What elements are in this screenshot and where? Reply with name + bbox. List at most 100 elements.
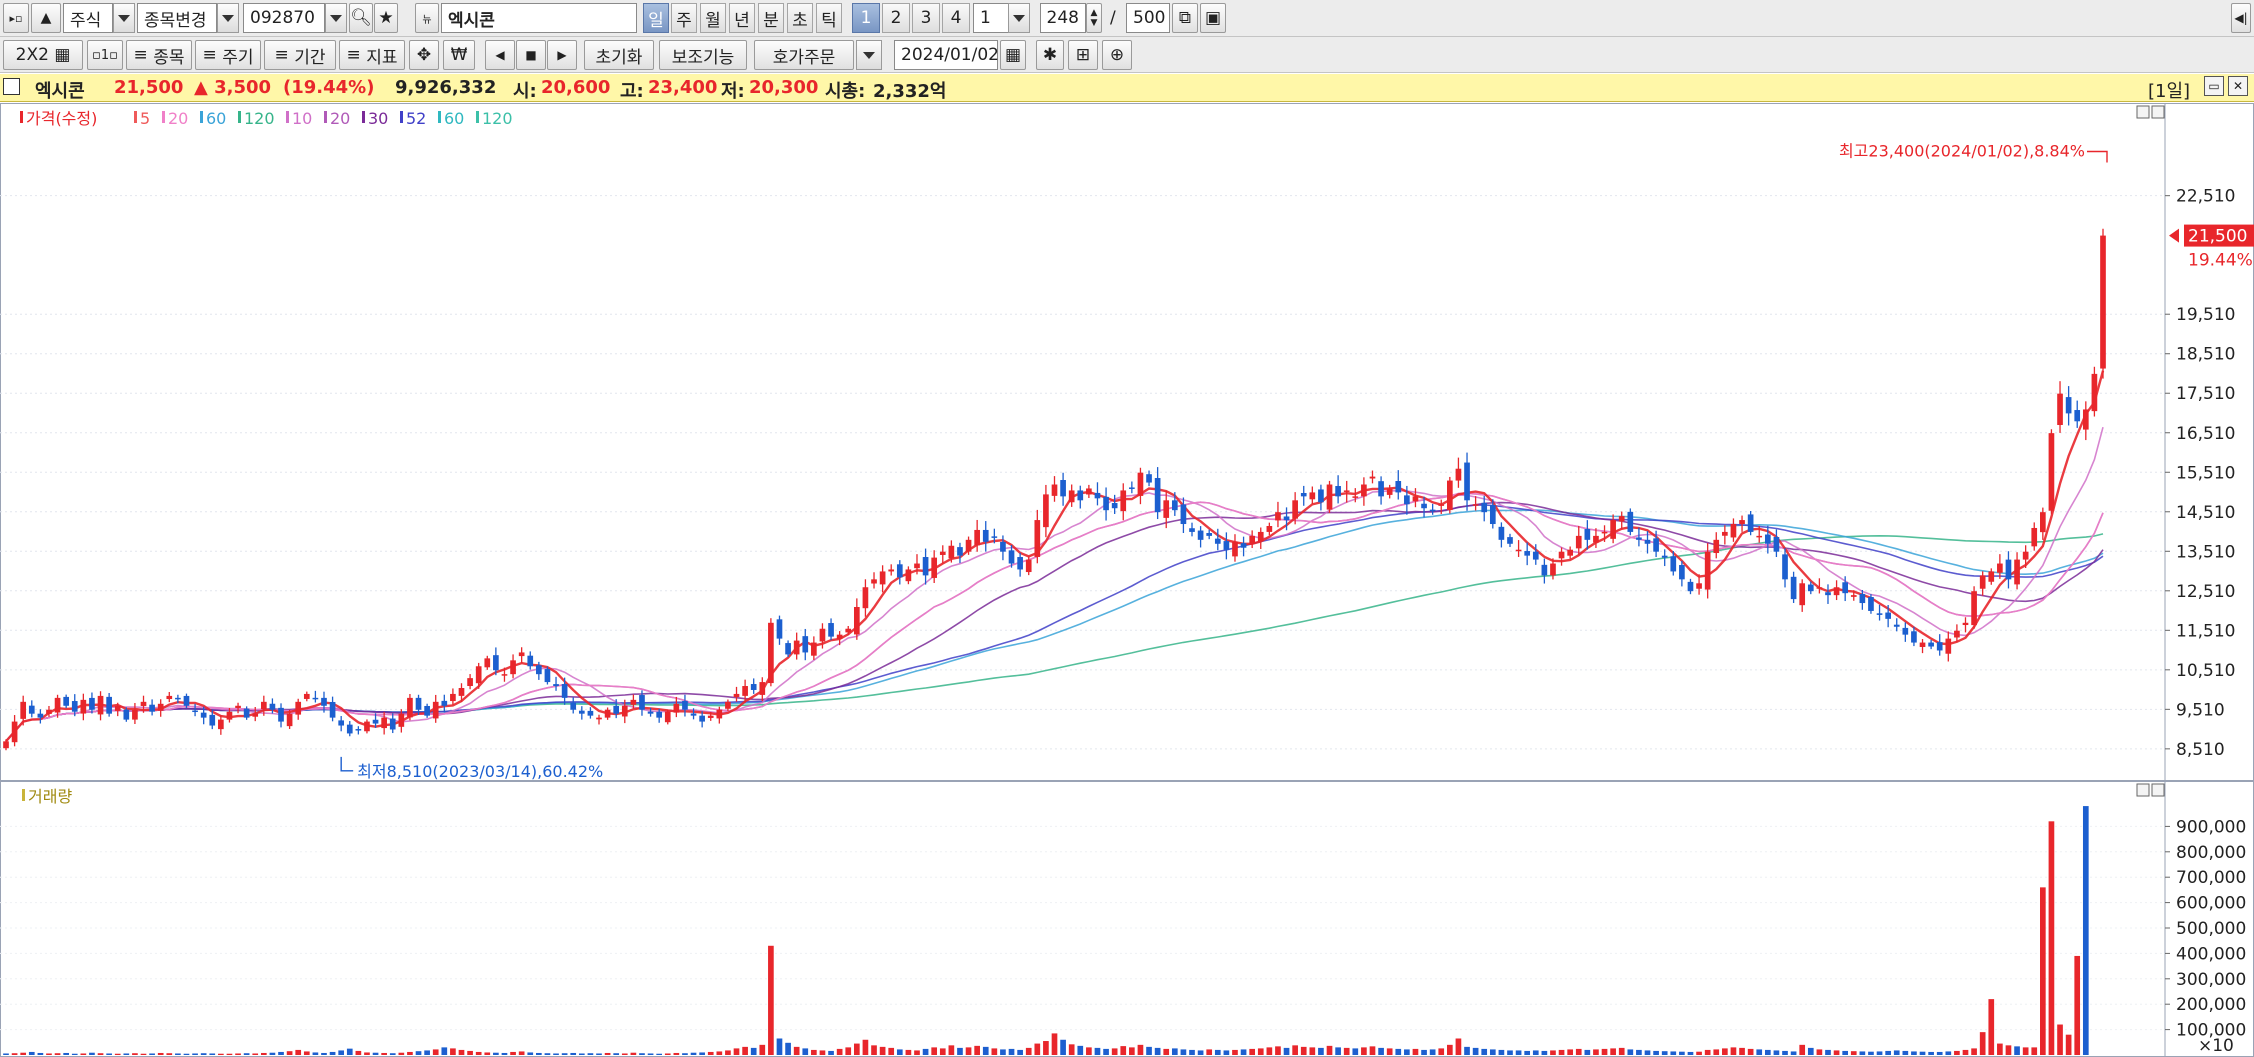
bar-count-input[interactable]: 248 <box>1040 3 1086 33</box>
volume-bar <box>1163 1048 1170 1055</box>
volume-bar <box>269 1052 276 1055</box>
period-tab-year[interactable]: 년 <box>729 3 755 33</box>
candle-body <box>776 619 783 639</box>
candle-body <box>2091 373 2098 412</box>
period-tab-tick[interactable]: 틱 <box>816 3 842 33</box>
volume-bar <box>1850 1051 1857 1055</box>
order-dropdown[interactable] <box>856 40 882 70</box>
candle-body <box>372 719 379 724</box>
volume-bar <box>1782 1050 1788 1055</box>
interval-tab-4[interactable]: 4 <box>942 3 970 33</box>
candle-body <box>1644 539 1651 544</box>
bar-count-spinner[interactable]: ▲ ▼ <box>1086 3 1102 33</box>
close-button[interactable]: ✕ <box>2228 76 2248 96</box>
candle-body <box>716 709 723 719</box>
volume-legend-entry: 거래량 <box>28 787 72 806</box>
interval-dropdown[interactable] <box>1008 3 1030 33</box>
volume-bar <box>2074 955 2081 1055</box>
indicator-menu-button[interactable]: ≡ 지표 <box>339 40 405 70</box>
stop-button[interactable]: ■ <box>516 40 546 70</box>
period-tab-week[interactable]: 주 <box>671 3 697 33</box>
volume-bar <box>621 1053 628 1055</box>
layout-1x1-button[interactable]: ▫1▫ <box>87 40 123 70</box>
scroll-right-button[interactable]: ▶ <box>547 40 577 70</box>
calendar-button[interactable]: ▦ <box>1000 40 1026 70</box>
collapse-button[interactable]: ▲ <box>31 3 61 33</box>
status-checkbox[interactable] <box>3 78 20 95</box>
volume-bar <box>1438 1048 1445 1055</box>
candle-body <box>1489 505 1496 525</box>
candle-body <box>1257 531 1264 542</box>
volume-chart[interactable]: 거래량100,000200,000300,000400,000500,00060… <box>0 781 2254 1057</box>
stock-code-dropdown[interactable] <box>325 3 347 33</box>
window-menu-button[interactable]: ▸▫ <box>3 3 29 33</box>
volume-bar <box>1257 1048 1264 1055</box>
legend-marker <box>238 111 241 123</box>
current-price-pct: 19.44% <box>2188 251 2253 271</box>
volume-bar <box>1154 1047 1161 1055</box>
new-window-button[interactable]: ⧉ <box>1172 3 1198 33</box>
period-tab-month[interactable]: 월 <box>700 3 726 33</box>
candle-body <box>303 693 310 699</box>
date-input[interactable]: 2024/01/02 <box>894 40 999 70</box>
bar-count-separator: / <box>1110 8 1116 28</box>
search-button[interactable]: 🔍︎ <box>349 3 373 33</box>
volume-bar <box>2031 1047 2038 1055</box>
interval-tab-1[interactable]: 1 <box>852 3 880 33</box>
favorite-button[interactable]: ★ <box>374 3 398 33</box>
candle-body <box>1893 624 1900 627</box>
stock-change-select[interactable]: 종목변경 <box>137 3 217 33</box>
save-button[interactable]: ▣ <box>1200 3 1226 33</box>
volume-legend-marker <box>22 789 25 801</box>
stock-code-input[interactable]: 092870 <box>243 3 325 33</box>
volume-bar <box>63 1052 69 1055</box>
period-tab-second[interactable]: 초 <box>787 3 813 33</box>
legend-entry: 가격(수정) <box>26 109 97 128</box>
candle-body <box>1060 480 1066 497</box>
restore-button[interactable]: ▭ <box>2204 76 2224 96</box>
status-cap-label: 시총: <box>825 81 866 102</box>
stock-change-dropdown[interactable] <box>217 3 239 33</box>
candle-body <box>467 678 473 687</box>
layout-2x2-button[interactable]: 2X2 ▦ <box>3 40 83 70</box>
volume-bar <box>931 1047 938 1055</box>
volume-bar <box>1283 1047 1290 1055</box>
volume-bar <box>1825 1049 1831 1055</box>
move-button[interactable]: ✥ <box>409 40 439 70</box>
price-tick-label: 15,510 <box>2176 463 2235 483</box>
settings-button[interactable]: ✱ <box>1036 40 1064 70</box>
range-menu-button[interactable]: ≡ 기간 <box>264 40 336 70</box>
volume-bar <box>664 1053 671 1055</box>
market-dropdown-button[interactable] <box>113 3 135 33</box>
volume-bar <box>544 1053 551 1055</box>
price-chart[interactable]: 8,510 9,510 10,510 11,510 12,510 13,510 14,510… <box>0 103 2254 781</box>
price-tick-label: 10,510 <box>2176 661 2235 681</box>
candle-body <box>1214 538 1221 544</box>
candle-body <box>871 579 877 584</box>
chart-setup-button[interactable]: ⊞ <box>1068 40 1098 70</box>
candle-body <box>1171 500 1178 511</box>
currency-button[interactable]: ₩ <box>443 40 475 70</box>
bar-max-input[interactable]: 500 <box>1126 3 1170 33</box>
legend-marker <box>438 111 441 123</box>
scroll-left-button[interactable]: ◀ <box>485 40 515 70</box>
stock-menu-button[interactable]: ≡ 종목 <box>126 40 192 70</box>
zoom-button[interactable]: ⊕ <box>1102 40 1132 70</box>
period-tab-day[interactable]: 일 <box>643 3 669 33</box>
candle-body <box>1679 565 1685 580</box>
market-select[interactable]: 주식 <box>63 3 113 33</box>
interval-tab-2[interactable]: 2 <box>882 3 910 33</box>
collapse-side-button[interactable]: ◀| <box>2231 3 2251 33</box>
aux-function-button[interactable]: 보조기능 <box>659 40 747 70</box>
candle-body <box>97 695 104 715</box>
period-tab-minute[interactable]: 분 <box>758 3 784 33</box>
legend-entry: 10 <box>292 109 312 128</box>
cycle-menu-button[interactable]: ≡ 주기 <box>195 40 261 70</box>
interval-input[interactable]: 1 <box>973 3 1013 33</box>
reset-button[interactable]: 초기화 <box>584 40 654 70</box>
candle-body <box>1378 481 1384 497</box>
interval-tab-3[interactable]: 3 <box>912 3 940 33</box>
price-tick-label: 22,510 <box>2176 187 2235 207</box>
order-button[interactable]: 호가주문 <box>754 40 854 70</box>
news-button[interactable]: 뉴 <box>415 3 439 33</box>
